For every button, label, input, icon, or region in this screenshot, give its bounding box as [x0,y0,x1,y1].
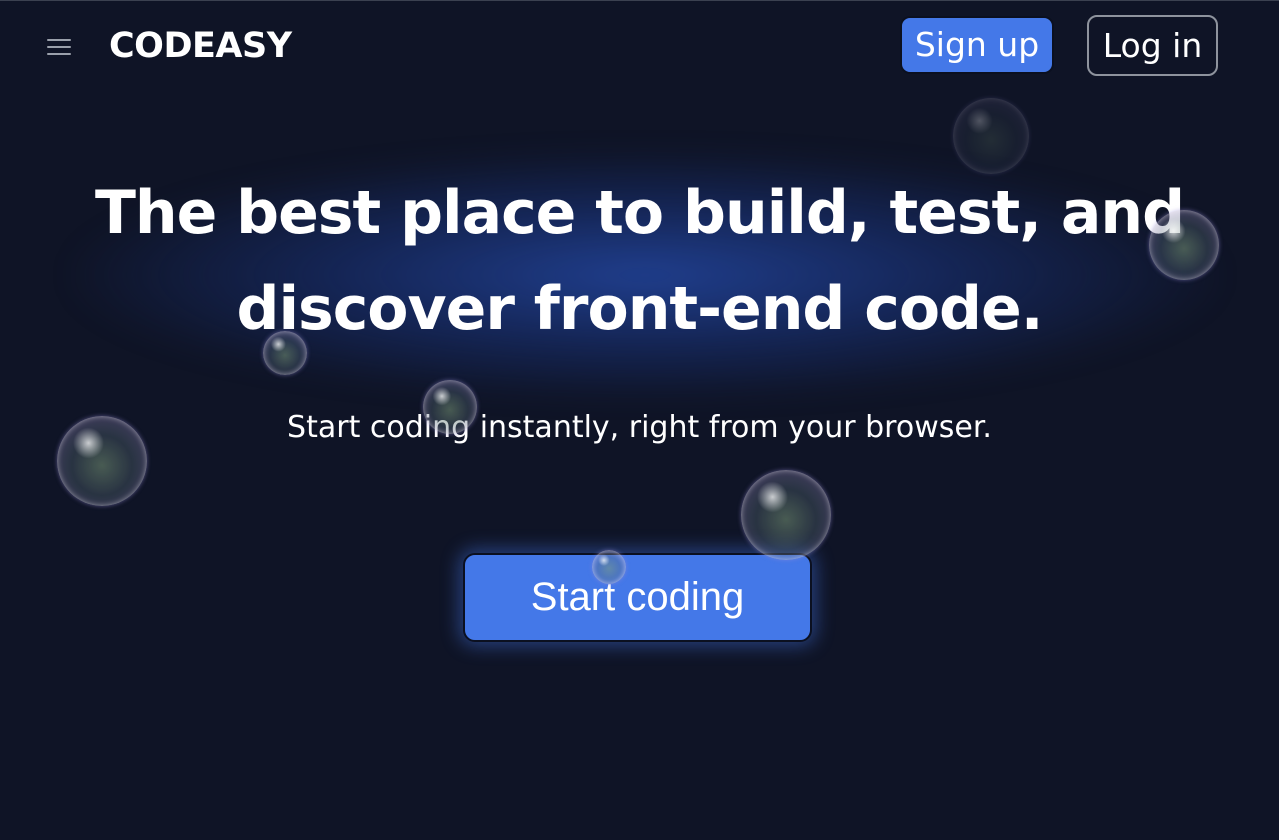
bubble-icon [592,550,626,584]
bubble-icon [953,98,1029,174]
logo[interactable]: CODEASY [109,24,292,68]
hamburger-menu-icon[interactable] [44,36,74,58]
bubble-icon [1149,210,1219,280]
top-border [0,0,1279,1]
log-in-button[interactable]: Log in [1087,15,1218,76]
hero-headline-line-1: The best place to build, test, and [94,178,1185,248]
hero-headline-line-2: discover front-end code. [236,274,1044,344]
bubble-icon [741,470,831,560]
bubble-icon [423,380,477,434]
bubble-icon [263,331,307,375]
hero-subheadline: Start coding instantly, right from your … [287,410,992,445]
bubble-icon [57,416,147,506]
sign-up-button[interactable]: Sign up [900,16,1054,74]
hero-headline: The best place to build, test, and disco… [40,165,1239,357]
start-coding-button[interactable]: Start coding [463,553,812,642]
